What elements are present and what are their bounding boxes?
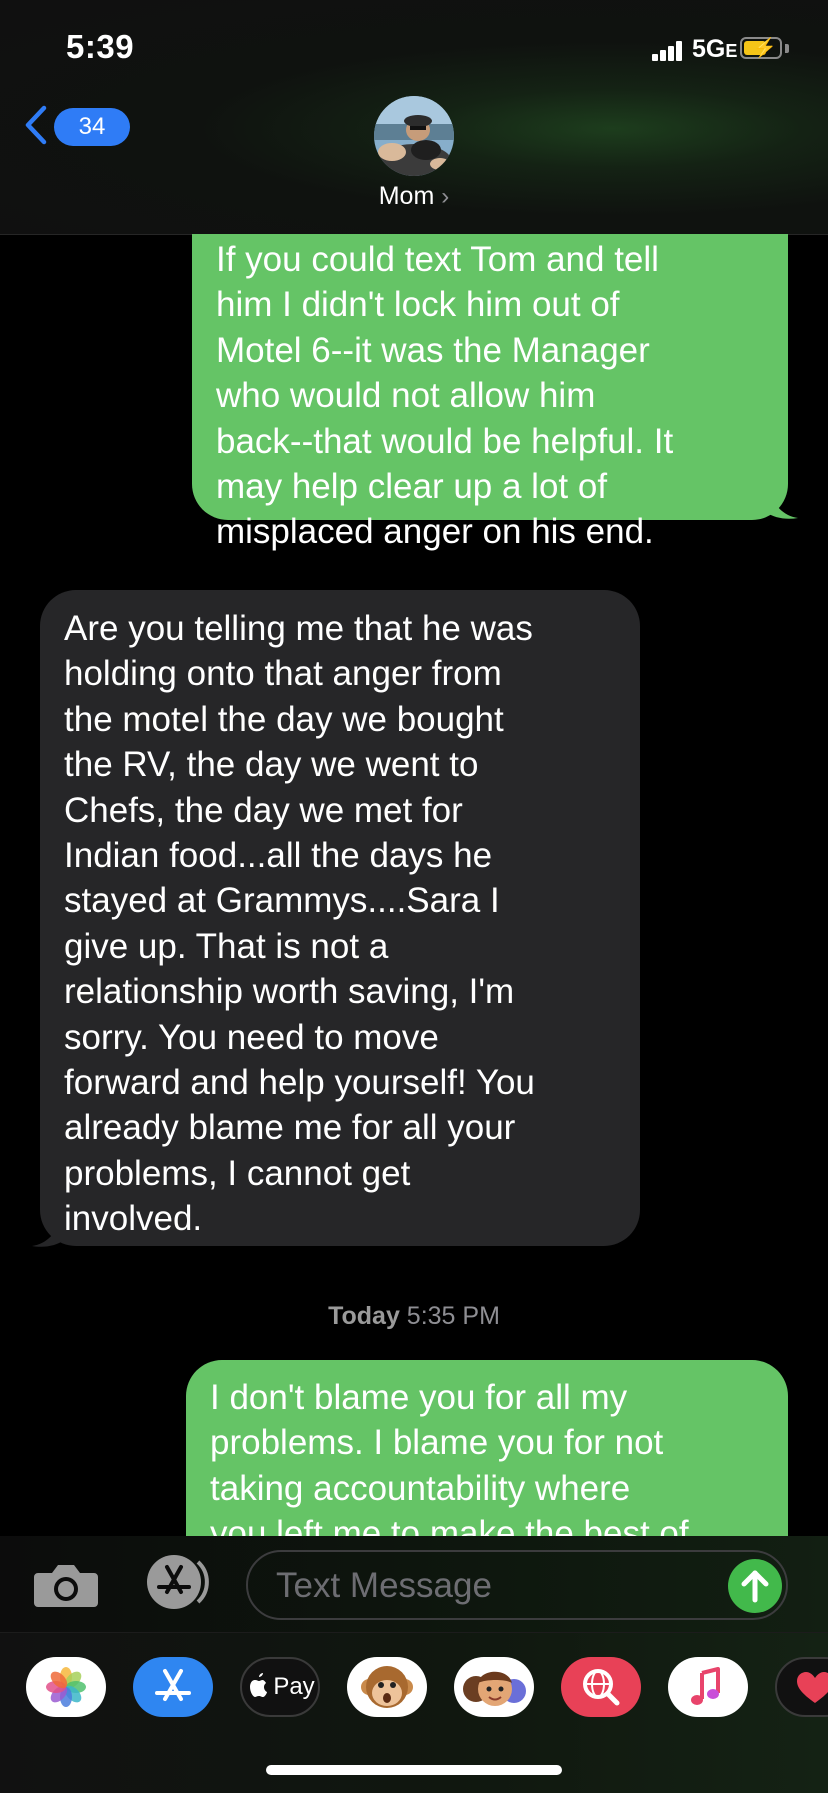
chevron-left-icon bbox=[25, 105, 47, 145]
message-line: misplaced anger on his end. bbox=[216, 512, 654, 552]
cellular-signal-icon bbox=[652, 41, 682, 61]
network-type: 5GE bbox=[692, 35, 738, 63]
music-icon bbox=[691, 1667, 720, 1705]
home-indicator[interactable] bbox=[266, 1765, 562, 1775]
send-button[interactable] bbox=[728, 1559, 782, 1613]
timestamp-day: Today bbox=[328, 1302, 400, 1330]
app-store-icon bbox=[147, 1555, 209, 1609]
message-line: already blame me for all your bbox=[64, 1108, 516, 1148]
message-input[interactable] bbox=[274, 1560, 698, 1612]
status-time: 5:39 bbox=[66, 28, 135, 65]
app-store-icon bbox=[155, 1669, 191, 1701]
memoji-icon bbox=[463, 1671, 526, 1706]
message-line: involved. bbox=[64, 1199, 203, 1239]
message-line: sorry. You need to move bbox=[64, 1017, 439, 1057]
contact-name: Mom bbox=[378, 182, 435, 210]
message-line: problems. I blame you for not bbox=[210, 1423, 664, 1463]
message-line: give up. That is not a bbox=[64, 926, 389, 966]
web-search-app-button[interactable] bbox=[561, 1657, 641, 1717]
message-line: Motel 6--it was the Manager bbox=[216, 330, 650, 370]
compose-bar bbox=[0, 1536, 828, 1632]
message-line: may help clear up a lot of bbox=[216, 467, 608, 507]
contact-name-row[interactable]: Mom › bbox=[0, 182, 828, 211]
web-search-icon bbox=[583, 1669, 620, 1706]
apple-pay-app-button[interactable]: Pay bbox=[240, 1657, 320, 1717]
message-line: Chefs, the day we met for bbox=[64, 790, 463, 830]
back-button[interactable]: 34 bbox=[22, 102, 130, 152]
message-bubble-sent[interactable]: I don't blame you for all my problems. I… bbox=[186, 1360, 788, 1536]
message-line: stayed at Grammys....Sara I bbox=[64, 881, 500, 921]
arrow-up-icon bbox=[741, 1570, 769, 1603]
message-timestamp: Today 5:35 PM bbox=[0, 1302, 828, 1331]
message-line: If you could text Tom and tell bbox=[216, 240, 659, 279]
digital-touch-icon bbox=[797, 1672, 828, 1703]
contact-photo bbox=[374, 96, 454, 176]
music-app-button[interactable] bbox=[668, 1657, 748, 1717]
app-store-app-button[interactable] bbox=[133, 1657, 213, 1717]
received-bubble-tail bbox=[32, 1210, 64, 1247]
message-line: relationship worth saving, I'm bbox=[64, 972, 515, 1012]
message-input-field[interactable] bbox=[246, 1550, 788, 1620]
camera-button[interactable] bbox=[34, 1561, 98, 1609]
app-store-button[interactable] bbox=[138, 1554, 212, 1610]
avatar[interactable] bbox=[374, 96, 454, 176]
message-line: you left me to make the best of bbox=[210, 1514, 689, 1536]
message-list[interactable]: If you could text Tom and tell him I did… bbox=[0, 234, 828, 1536]
digital-touch-app-button[interactable] bbox=[775, 1657, 828, 1717]
message-line: problems, I cannot get bbox=[64, 1153, 411, 1193]
status-bar: 5:39 5GE ⚡ bbox=[0, 0, 828, 96]
message-line: Are you telling me that he was bbox=[64, 609, 533, 648]
memoji-app-button[interactable] bbox=[454, 1657, 534, 1717]
unread-count-badge: 34 bbox=[54, 108, 130, 146]
message-line: who would not allow him bbox=[216, 376, 596, 416]
photos-app-button[interactable] bbox=[26, 1657, 106, 1717]
charging-bolt-icon: ⚡ bbox=[753, 38, 777, 59]
timestamp-time: 5:35 PM bbox=[406, 1302, 500, 1330]
message-bubble-received[interactable]: Are you telling me that he was holding o… bbox=[40, 590, 640, 1246]
message-line: forward and help yourself! You bbox=[64, 1063, 535, 1103]
chevron-right-icon: › bbox=[441, 183, 450, 210]
animoji-icon bbox=[361, 1666, 413, 1708]
camera-icon bbox=[34, 1565, 98, 1607]
sent-bubble-tail bbox=[766, 482, 798, 519]
apple-pay-label: Pay bbox=[273, 1673, 315, 1700]
photos-icon bbox=[46, 1667, 86, 1707]
message-bubble-sent[interactable]: If you could text Tom and tell him I did… bbox=[192, 234, 788, 551]
message-line: him I didn't lock him out of bbox=[216, 285, 620, 325]
battery-icon: ⚡ bbox=[740, 37, 782, 59]
animoji-app-button[interactable] bbox=[347, 1657, 427, 1717]
message-line: back--that would be helpful. It bbox=[216, 421, 674, 461]
message-line: taking accountability where bbox=[210, 1468, 631, 1508]
message-line: the RV, the day we went to bbox=[64, 745, 479, 785]
message-line: I don't blame you for all my bbox=[210, 1378, 628, 1417]
message-line: Indian food...all the days he bbox=[64, 836, 493, 876]
message-line: the motel the day we bought bbox=[64, 699, 504, 739]
message-line: holding onto that anger from bbox=[64, 654, 502, 694]
